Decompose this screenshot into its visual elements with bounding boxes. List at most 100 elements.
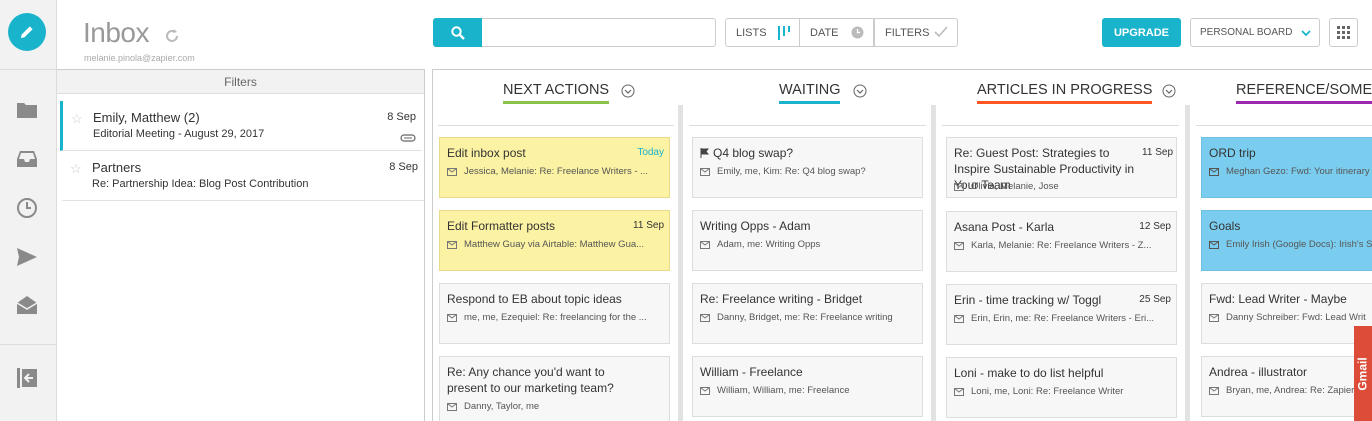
task-card[interactable]: Goals Emily Irish (Google Docs): Irish's… <box>1201 210 1372 271</box>
card-snippet: Karla, Melanie: Re: Freelance Writers - … <box>971 240 1152 251</box>
column-articles-in-progress: ARTICLES IN PROGRESS Re: Guest Post: Str… <box>938 70 1182 421</box>
card-snippet-row: Danny, Taylor, me <box>447 401 667 412</box>
column-separator <box>1185 105 1190 421</box>
envelope-icon <box>1209 313 1219 322</box>
column-waiting: WAITING Q4 blog swap? Emily, me, Kim: Re… <box>685 70 929 421</box>
lists-view-button[interactable]: LISTS <box>725 18 800 47</box>
chevron-circle-icon[interactable] <box>853 84 867 98</box>
apps-grid-button[interactable] <box>1329 18 1358 47</box>
card-snippet: Danny, Bridget, me: Re: Freelance writin… <box>717 312 893 323</box>
task-card[interactable]: Edit inbox post Today Jessica, Melanie: … <box>439 137 670 198</box>
task-card[interactable]: Respond to EB about topic ideas me, me, … <box>439 283 670 344</box>
column-title: WAITING <box>779 82 841 104</box>
collapse-panel-icon[interactable] <box>14 366 40 390</box>
envelope-icon <box>700 240 710 249</box>
card-date: 11 Sep <box>633 220 664 231</box>
column-divider <box>1196 125 1372 126</box>
inbox-tray-icon[interactable] <box>14 147 40 171</box>
task-card[interactable]: Re: Any chance you'd want to present to … <box>439 356 670 421</box>
card-snippet: me, me, Ezequiel: Re: freelancing for th… <box>464 312 647 323</box>
card-title: Loni - make to do list helpful <box>954 366 1104 380</box>
open-mail-icon[interactable] <box>14 293 40 317</box>
gmail-tab[interactable]: Gmail <box>1354 326 1372 421</box>
mail-subject: Editorial Meeting - August 29, 2017 <box>93 128 265 140</box>
card-snippet-row: Loni, me, Loni: Re: Freelance Writer <box>954 386 1174 397</box>
mail-date: 8 Sep <box>389 161 418 173</box>
card-snippet-row: Bryan, me, Andrea: Re: Zapier <box>1209 385 1372 396</box>
compose-button[interactable] <box>8 13 46 51</box>
task-card[interactable]: Q4 blog swap? Emily, me, Kim: Re: Q4 blo… <box>692 137 923 198</box>
chevron-circle-icon[interactable] <box>621 84 635 98</box>
card-snippet: Danny, Taylor, me <box>464 401 540 412</box>
card-snippet-row: Adam, me: Writing Opps <box>700 239 920 250</box>
attachment-icon <box>400 129 416 147</box>
card-date: 12 Sep <box>1139 221 1171 232</box>
flag-icon <box>700 148 709 158</box>
card-snippet: Emily Irish (Google Docs): Irish's S <box>1226 239 1372 250</box>
search-input[interactable] <box>482 18 716 47</box>
card-date: Today <box>637 147 664 158</box>
task-card[interactable]: ORD trip Meghan Gezo: Fwd: Your itinerar… <box>1201 137 1372 198</box>
envelope-icon <box>447 402 457 411</box>
star-icon[interactable]: ☆ <box>70 161 82 177</box>
card-snippet-row: Jessica, Melanie: Re: Freelance Writers … <box>447 166 667 177</box>
folder-icon[interactable] <box>14 98 40 122</box>
check-icon <box>934 26 948 41</box>
card-snippet: Emily, me, Kim: Re: Q4 blog swap? <box>717 166 866 177</box>
lists-label: LISTS <box>736 26 767 39</box>
mail-row[interactable]: ☆ Partners Re: Partnership Idea: Blog Po… <box>62 151 424 201</box>
search-button[interactable] <box>433 18 483 47</box>
card-snippet-row: Danny Schreiber: Fwd: Lead Writ <box>1209 312 1372 323</box>
task-card[interactable]: Erin - time tracking w/ Toggl 25 Sep Eri… <box>946 284 1177 345</box>
refresh-icon[interactable] <box>163 27 181 50</box>
column-title: REFERENCE/SOME <box>1236 82 1372 104</box>
page-title: Inbox <box>83 17 150 48</box>
envelope-icon <box>1209 240 1219 249</box>
card-snippet-row: Karla, Melanie: Re: Freelance Writers - … <box>954 240 1174 251</box>
board-select[interactable]: PERSONAL BOARD <box>1190 18 1320 47</box>
column-separator <box>678 105 683 421</box>
column-next-actions: NEXT ACTIONS Edit inbox post Today Jessi… <box>433 70 677 421</box>
star-icon[interactable]: ☆ <box>71 111 83 127</box>
card-date: 25 Sep <box>1139 294 1171 305</box>
date-view-button[interactable]: DATE <box>799 18 874 47</box>
column-header: WAITING <box>685 80 929 110</box>
card-title-row: Q4 blog swap? <box>700 145 890 161</box>
column-reference: REFERENCE/SOME ORD trip Meghan Gezo: Fwd… <box>1192 70 1372 421</box>
column-divider <box>689 125 926 126</box>
card-date: 11 Sep <box>1142 147 1173 158</box>
envelope-icon <box>954 387 964 396</box>
task-card[interactable]: Writing Opps - Adam Adam, me: Writing Op… <box>692 210 923 271</box>
column-divider <box>438 125 674 126</box>
filters-bar-label: Filters <box>224 74 257 89</box>
task-card[interactable]: Re: Freelance writing - Bridget Danny, B… <box>692 283 923 344</box>
task-card[interactable]: Edit Formatter posts 11 Sep Matthew Guay… <box>439 210 670 271</box>
task-card[interactable]: Loni - make to do list helpful Loni, me,… <box>946 357 1177 418</box>
card-title: Edit Formatter posts <box>447 219 556 233</box>
column-header: ARTICLES IN PROGRESS <box>938 80 1182 110</box>
card-snippet: Jessica, Melanie: Re: Freelance Writers … <box>464 166 649 177</box>
filters-bar[interactable]: Filters <box>57 70 424 94</box>
card-snippet: William, William, me: Freelance <box>717 385 850 396</box>
card-snippet-row: Matthew Guay via Airtable: Matthew Gua..… <box>447 239 667 250</box>
mail-row[interactable]: ☆ Emily, Matthew (2) Editorial Meeting -… <box>60 101 422 151</box>
pencil-icon <box>21 26 33 38</box>
clock-icon <box>851 26 864 42</box>
task-card[interactable]: Re: Guest Post: Strategies to Inspire Su… <box>946 137 1177 198</box>
chevron-circle-icon[interactable] <box>1162 84 1176 98</box>
account-email: melanie.pinola@zapier.com <box>84 53 195 63</box>
upgrade-button[interactable]: UPGRADE <box>1102 18 1181 47</box>
gmail-tab-label: Gmail <box>1356 356 1371 391</box>
clock-icon[interactable] <box>14 196 40 220</box>
task-card[interactable]: Asana Post - Karla 12 Sep Karla, Melanie… <box>946 211 1177 272</box>
envelope-icon <box>447 240 457 249</box>
task-card[interactable]: William - Freelance William, William, me… <box>692 356 923 417</box>
card-snippet-row: Emily Irish (Google Docs): Irish's S <box>1209 239 1372 250</box>
filters-button[interactable]: FILTERS <box>874 18 958 47</box>
card-snippet-row: Emily, me, Kim: Re: Q4 blog swap? <box>700 166 920 177</box>
send-icon[interactable] <box>14 245 40 269</box>
card-snippet: Olivia, Melanie, Jose <box>971 181 1059 192</box>
card-title: Re: Freelance writing - Bridget <box>700 292 863 306</box>
task-card[interactable]: Andrea - illustrator Bryan, me, Andrea: … <box>1201 356 1372 417</box>
task-card[interactable]: Fwd: Lead Writer - Maybe Danny Schreiber… <box>1201 283 1372 344</box>
